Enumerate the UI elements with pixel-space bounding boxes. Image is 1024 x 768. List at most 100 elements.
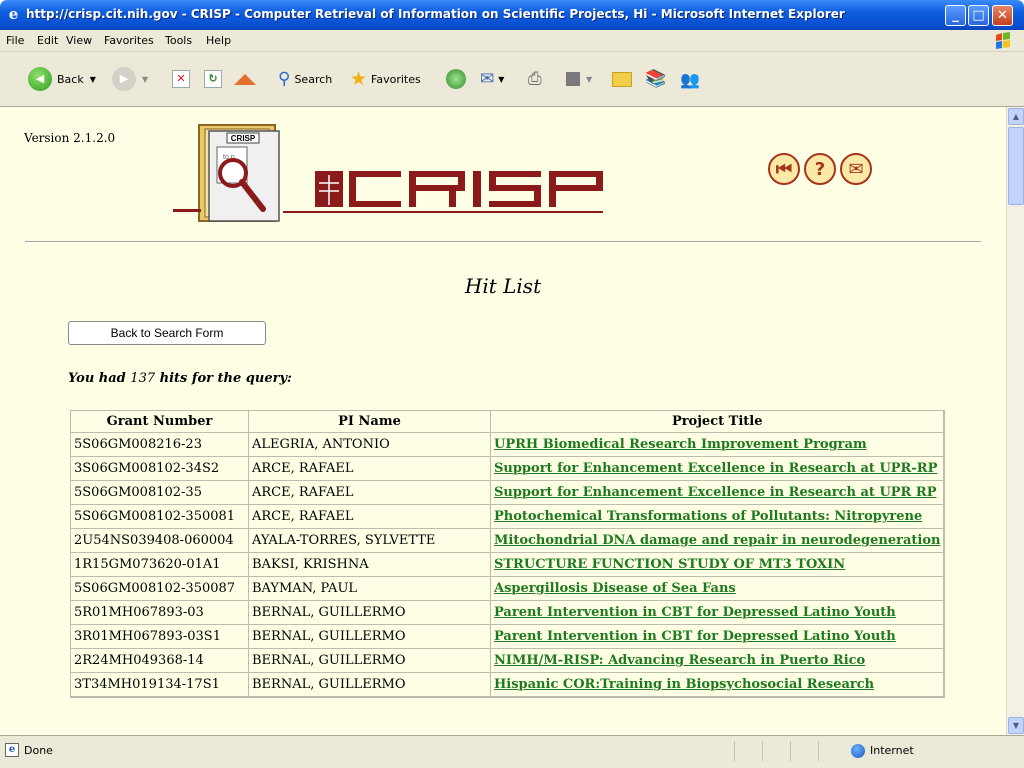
pi-name-cell: BAKSI, KRISHNA (249, 553, 491, 577)
results-table: Grant Number PI Name Project Title 5S06G… (70, 410, 946, 698)
messenger-button[interactable]: 👥 (680, 66, 700, 92)
search-label: Search (294, 72, 333, 86)
scroll-up-arrow-icon[interactable]: ▲ (1008, 108, 1024, 125)
header-divider (25, 241, 981, 243)
grant-number-cell: 5S06GM008102-350087 (71, 577, 249, 601)
grant-number-cell: 3S06GM008102-34S2 (71, 457, 249, 481)
version-text: Version 2.1.2.0 (24, 131, 116, 145)
stop-button[interactable]: ✕ (172, 66, 190, 92)
table-row: 5R01MH067893-03 BERNAL, GUILLERMO Parent I… (71, 601, 945, 625)
edit-button[interactable]: ▼ (566, 66, 592, 92)
favorites-label: Favorites (371, 72, 421, 86)
first-page-icon[interactable]: ⏮ (768, 153, 800, 185)
table-row: 5S06GM008216-23 ALEGRIA, ANTONIO UPRH Biom… (71, 433, 945, 457)
table-row: 5S06GM008102-350081 ARCE, RAFAEL Photochem… (71, 505, 945, 529)
refresh-button[interactable]: ↻ (204, 66, 222, 92)
project-title-link[interactable]: NIMH/M-RISP: Advancing Research in Puert… (494, 653, 865, 668)
logo-badge-text: CRISP (231, 134, 256, 143)
page-done-icon: e (5, 743, 19, 757)
menu-help[interactable]: Help (206, 34, 231, 47)
pi-name-cell: ARCE, RAFAEL (249, 481, 491, 505)
maximize-button[interactable]: □ (968, 5, 989, 26)
column-header-pi: PI Name (249, 411, 491, 433)
project-title-cell: Support for Enhancement Excellence in Re… (491, 457, 945, 481)
home-icon (234, 73, 256, 85)
grant-number-cell: 5R01MH067893-03 (71, 601, 249, 625)
menu-tools[interactable]: Tools (165, 34, 192, 47)
help-icon[interactable]: ? (804, 153, 836, 185)
grant-number-cell: 5S06GM008216-23 (71, 433, 249, 457)
project-title-link[interactable]: Photochemical Transformations of Polluta… (494, 509, 922, 524)
windows-logo-icon (996, 32, 1010, 49)
project-title-link[interactable]: Mitochondrial DNA damage and repair in n… (494, 533, 940, 548)
mail-button[interactable]: ✉ ▼ (480, 66, 504, 92)
history-button[interactable] (446, 66, 466, 92)
project-title-cell: Hispanic COR:Training in Biopsychosocial… (491, 673, 945, 697)
back-dropdown-icon: ▼ (89, 74, 96, 84)
scroll-down-arrow-icon[interactable]: ▼ (1008, 717, 1024, 734)
project-title-cell: UPRH Biomedical Research Improvement Pro… (491, 433, 945, 457)
forward-button[interactable]: ▶ ▼ (112, 66, 148, 92)
scroll-thumb[interactable] (1008, 127, 1024, 205)
status-text: Done (24, 744, 53, 757)
project-title-cell: Parent Intervention in CBT for Depressed… (491, 601, 945, 625)
back-arrow-icon: ◀ (28, 67, 52, 91)
internet-zone-icon (851, 744, 865, 758)
window-title-bar[interactable]: e http://crisp.cit.nih.gov - CRISP - Com… (0, 0, 1024, 30)
project-title-cell: Parent Intervention in CBT for Depressed… (491, 625, 945, 649)
back-to-search-button[interactable]: Back to Search Form (68, 321, 266, 345)
page-title: Hit List (464, 274, 542, 298)
pi-name-cell: ARCE, RAFAEL (249, 505, 491, 529)
menu-favorites[interactable]: Favorites (104, 34, 154, 47)
grant-number-cell: 2R24MH049368-14 (71, 649, 249, 673)
vertical-scrollbar[interactable]: ▲ ▼ (1006, 107, 1024, 735)
zone-text: Internet (870, 744, 914, 757)
back-button[interactable]: ◀ Back ▼ (28, 66, 96, 92)
column-header-title: Project Title (491, 411, 945, 433)
grant-number-cell: 5S06GM008102-350081 (71, 505, 249, 529)
project-title-link[interactable]: Parent Intervention in CBT for Depressed… (494, 605, 896, 620)
folder-button[interactable] (612, 66, 632, 92)
messenger-icon: 👥 (680, 69, 700, 89)
mail-dropdown-icon: ▼ (498, 74, 505, 84)
grant-number-cell: 2U54NS039408-060004 (71, 529, 249, 553)
project-title-link[interactable]: UPRH Biomedical Research Improvement Pro… (494, 437, 867, 452)
print-button[interactable]: ⎙ (528, 66, 542, 92)
search-button[interactable]: ⚲ Search (278, 66, 332, 92)
window-title: http://crisp.cit.nih.gov - CRISP - Compu… (26, 7, 845, 21)
favorites-button[interactable]: ★ Favorites (350, 66, 421, 92)
query-suffix: hits for the query: (159, 371, 292, 386)
favorites-star-icon: ★ (350, 68, 368, 90)
edit-dropdown-icon: ▼ (586, 74, 593, 84)
project-title-link[interactable]: Support for Enhancement Excellence in Re… (494, 461, 937, 476)
menu-view[interactable]: View (66, 34, 92, 47)
project-title-link[interactable]: Hispanic COR:Training in Biopsychosocial… (494, 677, 874, 692)
toolbar: ◀ Back ▼ ▶ ▼ ✕ ↻ ⚲ Search ★ Favorites ✉ … (0, 52, 1024, 107)
project-title-link[interactable]: Aspergillosis Disease of Sea Fans (494, 581, 736, 596)
column-header-grant: Grant Number (71, 411, 249, 433)
menu-bar: File Edit View Favorites Tools Help (0, 30, 1024, 52)
menu-file[interactable]: File (6, 34, 24, 47)
menu-edit[interactable]: Edit (37, 34, 58, 47)
research-icon: 📚 (645, 69, 667, 89)
project-title-link[interactable]: STRUCTURE FUNCTION STUDY OF MT3 TOXIN (494, 557, 845, 572)
minimize-button[interactable]: _ (945, 5, 966, 26)
folder-icon (612, 71, 632, 87)
project-title-cell: Support for Enhancement Excellence in Re… (491, 481, 945, 505)
project-title-link[interactable]: Support for Enhancement Excellence in Re… (494, 485, 936, 500)
edit-icon (566, 72, 580, 86)
research-button[interactable]: 📚 (645, 66, 666, 92)
mail-contact-icon[interactable]: ✉ (840, 153, 872, 185)
pi-name-cell: ALEGRIA, ANTONIO (249, 433, 491, 457)
grant-number-cell: 3R01MH067893-03S1 (71, 625, 249, 649)
print-icon: ⎙ (528, 69, 542, 89)
table-row: 3R01MH067893-03S1 BERNAL, GUILLERMO Parent… (71, 625, 945, 649)
home-button[interactable] (234, 66, 256, 92)
table-row: 2U54NS039408-060004 AYALA-TORRES, SYLVETT… (71, 529, 945, 553)
table-row: 5S06GM008102-35 ARCE, RAFAEL Support for E… (71, 481, 945, 505)
close-button[interactable]: ✕ (992, 5, 1013, 26)
pi-name-cell: BAYMAN, PAUL (249, 577, 491, 601)
status-bar: e Done Internet (0, 735, 1024, 768)
pi-name-cell: BERNAL, GUILLERMO (249, 601, 491, 625)
project-title-link[interactable]: Parent Intervention in CBT for Depressed… (494, 629, 896, 644)
